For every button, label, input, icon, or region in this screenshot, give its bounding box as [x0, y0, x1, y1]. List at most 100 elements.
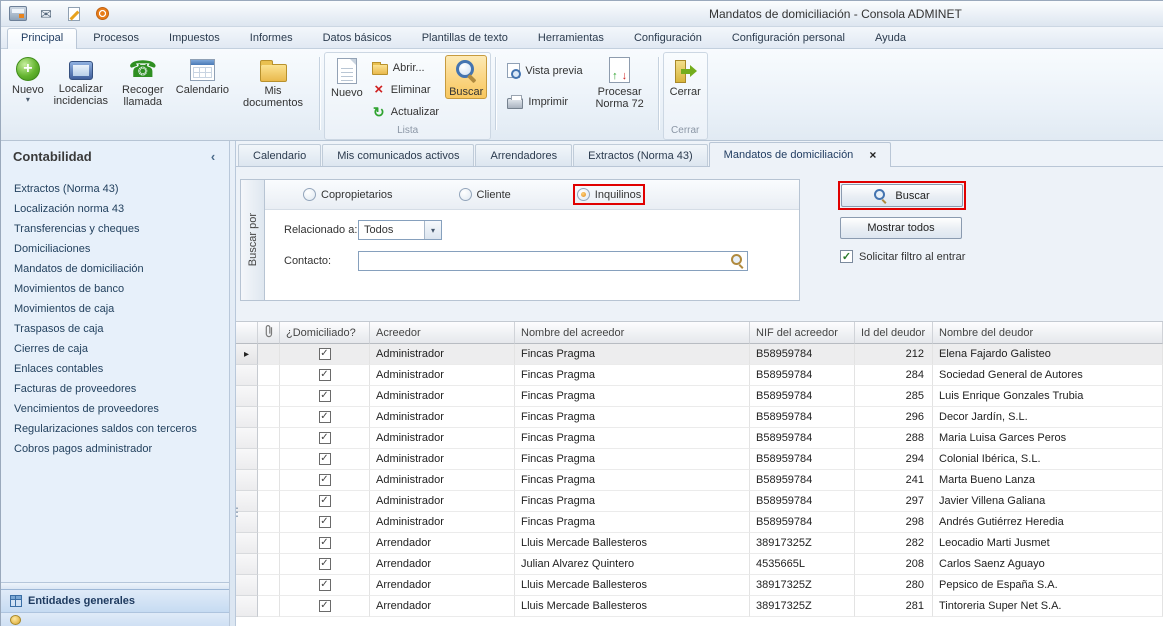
sidebar-item-facturas-de-proveedores[interactable]: Facturas de proveedores [1, 379, 229, 399]
attachment-column-header[interactable] [258, 322, 280, 344]
recoger-llamada-button[interactable]: ☎ Recoger llamada [115, 54, 171, 108]
row-selector[interactable] [236, 554, 258, 575]
procesar-norma-72-button[interactable]: ↑ ↓ Procesar Norma 72 [589, 54, 651, 110]
actualizar-button[interactable]: ↻ Actualizar [368, 101, 443, 122]
sidebar-item-traspasos-de-caja[interactable]: Traspasos de caja [1, 319, 229, 339]
mail-button[interactable]: ✉ [35, 4, 57, 23]
doc-tab-calendario[interactable]: Calendario [238, 144, 321, 166]
row-selector[interactable]: ▸ [236, 344, 258, 365]
domiciliado-checkbox[interactable]: ✓ [319, 411, 331, 423]
grid-row[interactable]: ✓ArrendadorJulian Alvarez Quintero453566… [236, 554, 1163, 575]
app-menu-button[interactable] [7, 4, 29, 23]
domiciliado-checkbox[interactable]: ✓ [319, 600, 331, 612]
radio-cliente[interactable]: Cliente [459, 188, 511, 201]
sidebar-group-entidades-generales[interactable]: Entidades generales [1, 589, 229, 612]
domiciliado-checkbox[interactable]: ✓ [319, 474, 331, 486]
row-selector[interactable] [236, 596, 258, 617]
close-tab-icon[interactable]: × [869, 149, 876, 161]
column-header-acreedor[interactable]: Acreedor [370, 322, 515, 344]
collapse-sidebar-button[interactable]: ‹ [205, 149, 221, 164]
abrir-button[interactable]: Abrir... [368, 57, 443, 78]
sidebar-splitter[interactable]: ⋮ [229, 141, 236, 626]
menu-tab-configuracion[interactable]: Configuración [620, 28, 716, 48]
grid-row[interactable]: ✓AdministradorFincas PragmaB58959784298A… [236, 512, 1163, 533]
row-selector[interactable] [236, 386, 258, 407]
domiciliado-checkbox[interactable]: ✓ [319, 390, 331, 402]
eliminar-button[interactable]: × Eliminar [368, 79, 443, 100]
grid-row[interactable]: ✓AdministradorFincas PragmaB58959784285L… [236, 386, 1163, 407]
doc-tab-mis-comunicados-activos[interactable]: Mis comunicados activos [322, 144, 474, 166]
grid-row[interactable]: ✓AdministradorFincas PragmaB58959784294C… [236, 449, 1163, 470]
column-header-domiciliado[interactable]: ¿Domiciliado? [280, 322, 370, 344]
sidebar-item-vencimientos-de-proveedores[interactable]: Vencimientos de proveedores [1, 399, 229, 419]
buscar-button[interactable]: Buscar [841, 184, 963, 207]
menu-tab-informes[interactable]: Informes [236, 28, 307, 48]
sidebar-item-transferencias-y-cheques[interactable]: Transferencias y cheques [1, 219, 229, 239]
sidebar-item-extractos-norma-43[interactable]: Extractos (Norma 43) [1, 179, 229, 199]
localizar-incidencias-button[interactable]: Localizar incidencias [49, 54, 113, 107]
domiciliado-checkbox[interactable]: ✓ [319, 579, 331, 591]
menu-tab-impuestos[interactable]: Impuestos [155, 28, 234, 48]
menu-tab-procesos[interactable]: Procesos [79, 28, 153, 48]
mis-documentos-button[interactable]: Mis documentos [234, 54, 312, 109]
domiciliado-checkbox[interactable]: ✓ [319, 453, 331, 465]
cerrar-button[interactable]: Cerrar [667, 55, 704, 98]
grid-row[interactable]: ✓AdministradorFincas PragmaB58959784284S… [236, 365, 1163, 386]
menu-tab-plantillas-de-texto[interactable]: Plantillas de texto [408, 28, 522, 48]
sidebar-item-enlaces-contables[interactable]: Enlaces contables [1, 359, 229, 379]
row-selector[interactable] [236, 575, 258, 596]
buscar-ribbon-button[interactable]: Buscar [445, 55, 487, 99]
nuevo-registro-button[interactable]: Nuevo [328, 55, 366, 99]
grid-row[interactable]: ✓ArrendadorLluis Mercade Ballesteros3891… [236, 596, 1163, 617]
nuevo-button[interactable]: + Nuevo ▾ [9, 54, 47, 103]
sidebar-item-cierres-de-caja[interactable]: Cierres de caja [1, 339, 229, 359]
doc-tab-mandatos-de-domiciliacion[interactable]: Mandatos de domiciliación× [709, 142, 892, 167]
radio-copropietarios[interactable]: Copropietarios [303, 188, 393, 201]
row-selector[interactable] [236, 365, 258, 386]
calendario-button[interactable]: Calendario [173, 54, 232, 96]
row-selector[interactable] [236, 428, 258, 449]
radio-inquilinos[interactable]: Inquilinos [577, 188, 641, 201]
grid-row[interactable]: ✓ArrendadorLluis Mercade Ballesteros3891… [236, 575, 1163, 596]
relacionado-dropdown[interactable]: Todos ▾ [358, 220, 442, 240]
domiciliado-checkbox[interactable]: ✓ [319, 495, 331, 507]
row-selector[interactable] [236, 407, 258, 428]
sidebar-item-regularizaciones-saldos-con-terceros[interactable]: Regularizaciones saldos con terceros [1, 419, 229, 439]
sidebar-group-partial[interactable] [1, 612, 229, 626]
domiciliado-checkbox[interactable]: ✓ [319, 537, 331, 549]
column-header-nombre-acreedor[interactable]: Nombre del acreedor [515, 322, 750, 344]
sidebar-item-domiciliaciones[interactable]: Domiciliaciones [1, 239, 229, 259]
nav-pane-gripper[interactable] [1, 582, 229, 589]
menu-tab-configuracion-personal[interactable]: Configuración personal [718, 28, 859, 48]
column-header-nombre-deudor[interactable]: Nombre del deudor [933, 322, 1163, 344]
mostrar-todos-button[interactable]: Mostrar todos [840, 217, 962, 239]
sidebar-item-movimientos-de-caja[interactable]: Movimientos de caja [1, 299, 229, 319]
row-selector[interactable] [236, 533, 258, 554]
contacto-input[interactable] [358, 251, 748, 271]
dropdown-arrow-icon[interactable]: ▾ [424, 221, 441, 239]
grid-row[interactable]: ✓AdministradorFincas PragmaB58959784241M… [236, 470, 1163, 491]
menu-tab-ayuda[interactable]: Ayuda [861, 28, 920, 48]
row-selector[interactable] [236, 470, 258, 491]
imprimir-button[interactable]: Imprimir [503, 91, 586, 112]
contacto-search-icon[interactable] [731, 254, 745, 268]
sidebar-item-movimientos-de-banco[interactable]: Movimientos de banco [1, 279, 229, 299]
grid-row[interactable]: ✓AdministradorFincas PragmaB58959784288M… [236, 428, 1163, 449]
domiciliado-checkbox[interactable]: ✓ [319, 558, 331, 570]
doc-tab-extractos-norma-43[interactable]: Extractos (Norma 43) [573, 144, 708, 166]
sidebar-item-localizacion-norma-43[interactable]: Localización norma 43 [1, 199, 229, 219]
domiciliado-checkbox[interactable]: ✓ [319, 369, 331, 381]
menu-tab-datos-basicos[interactable]: Datos básicos [309, 28, 406, 48]
recorder-button[interactable] [91, 4, 113, 23]
doc-tab-arrendadores[interactable]: Arrendadores [475, 144, 572, 166]
vista-previa-button[interactable]: Vista previa [503, 60, 586, 81]
grid-row[interactable]: ✓ArrendadorLluis Mercade Ballesteros3891… [236, 533, 1163, 554]
grid-row[interactable]: ✓AdministradorFincas PragmaB58959784296D… [236, 407, 1163, 428]
domiciliado-checkbox[interactable]: ✓ [319, 432, 331, 444]
column-header-nif[interactable]: NIF del acreedor [750, 322, 855, 344]
solicitar-filtro-checkbox[interactable]: ✓ Solicitar filtro al entrar [840, 250, 1058, 263]
domiciliado-checkbox[interactable]: ✓ [319, 348, 331, 360]
row-selector[interactable] [236, 449, 258, 470]
menu-tab-herramientas[interactable]: Herramientas [524, 28, 618, 48]
grid-row[interactable]: ✓AdministradorFincas PragmaB58959784297J… [236, 491, 1163, 512]
